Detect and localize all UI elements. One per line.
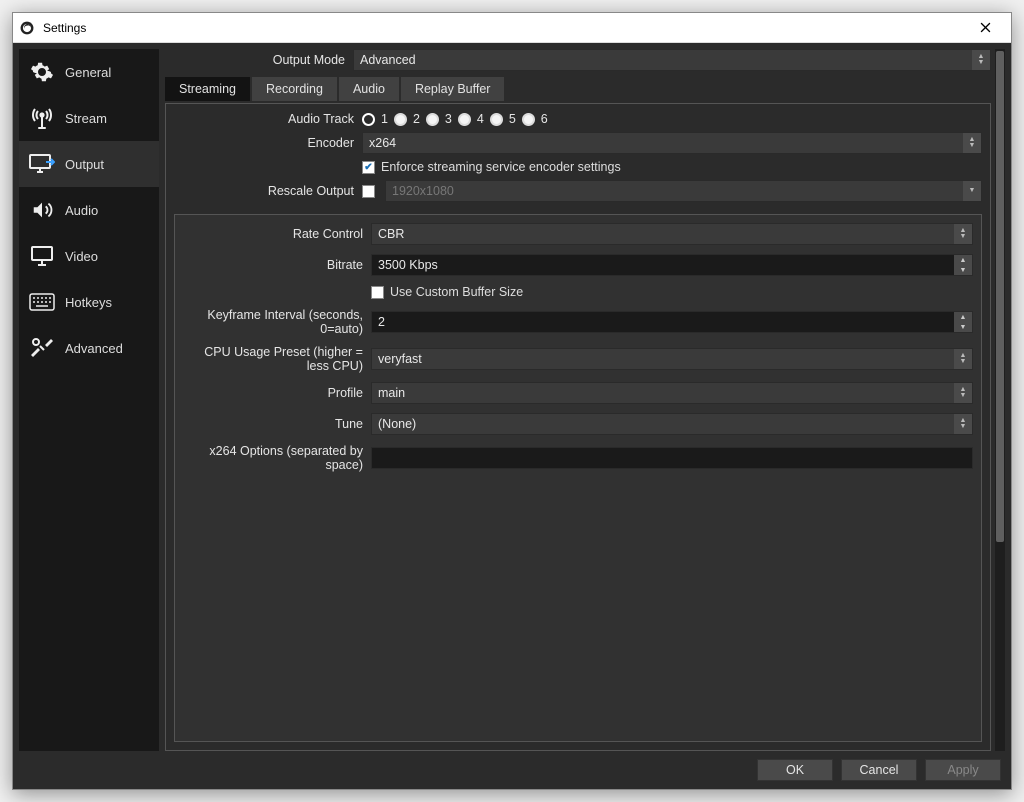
profile-select[interactable]: main ▲▼ <box>371 382 973 404</box>
custom-buffer-label: Use Custom Buffer Size <box>390 285 523 299</box>
antenna-icon <box>29 107 55 129</box>
sidebar-item-label: General <box>65 65 111 80</box>
keyframe-input[interactable]: 2 ▲▼ <box>371 311 973 333</box>
sidebar-item-video[interactable]: Video <box>19 233 159 279</box>
sidebar-item-stream[interactable]: Stream <box>19 95 159 141</box>
tune-label: Tune <box>183 417 371 431</box>
dialog-footer: OK Cancel Apply <box>13 751 1011 789</box>
audio-track-radio-1[interactable] <box>362 113 375 126</box>
sidebar-item-label: Hotkeys <box>65 295 112 310</box>
chevron-updown-icon: ▲▼ <box>954 349 972 369</box>
rescale-label: Rescale Output <box>174 184 362 198</box>
rate-control-value: CBR <box>378 227 404 241</box>
rate-control-select[interactable]: CBR ▲▼ <box>371 223 973 245</box>
rescale-value: 1920x1080 <box>392 184 454 198</box>
chevron-down-icon[interactable]: ▼ <box>954 265 972 275</box>
cpu-preset-select[interactable]: veryfast ▲▼ <box>371 348 973 370</box>
tune-select[interactable]: (None) ▲▼ <box>371 413 973 435</box>
profile-value: main <box>378 386 405 400</box>
chevron-updown-icon: ▲▼ <box>954 414 972 434</box>
x264-opts-input[interactable] <box>371 447 973 469</box>
tab-audio[interactable]: Audio <box>339 77 399 101</box>
rate-control-label: Rate Control <box>183 227 371 241</box>
tab-streaming[interactable]: Streaming <box>165 77 250 101</box>
output-mode-label: Output Mode <box>165 53 353 67</box>
audio-track-radio-4[interactable] <box>458 113 471 126</box>
bitrate-input[interactable]: 3500 Kbps ▲▼ <box>371 254 973 276</box>
tab-recording[interactable]: Recording <box>252 77 337 101</box>
monitor-output-icon <box>29 153 55 175</box>
chevron-updown-icon: ▲▼ <box>963 133 981 153</box>
profile-label: Profile <box>183 386 371 400</box>
enforce-encoder-label: Enforce streaming service encoder settin… <box>381 160 621 174</box>
sidebar-item-label: Stream <box>65 111 107 126</box>
close-button[interactable] <box>965 14 1005 42</box>
tools-icon <box>29 337 55 359</box>
keyframe-value: 2 <box>378 315 385 329</box>
rescale-checkbox[interactable] <box>362 185 375 198</box>
audio-track-radio-6[interactable] <box>522 113 535 126</box>
audio-track-radio-5[interactable] <box>490 113 503 126</box>
rescale-select[interactable]: 1920x1080 ▼ <box>385 180 982 202</box>
gear-icon <box>29 61 55 83</box>
settings-window: Settings General Stream <box>12 12 1012 790</box>
ok-button[interactable]: OK <box>757 759 833 781</box>
chevron-up-icon[interactable]: ▲ <box>954 312 972 322</box>
speaker-icon <box>29 199 55 221</box>
window-title: Settings <box>43 21 965 35</box>
monitor-icon <box>29 245 55 267</box>
chevron-updown-icon: ▲▼ <box>954 383 972 403</box>
output-tabs: Streaming Recording Audio Replay Buffer <box>165 77 991 101</box>
sidebar-item-label: Advanced <box>65 341 123 356</box>
chevron-updown-icon: ▲▼ <box>972 50 990 70</box>
titlebar: Settings <box>13 13 1011 43</box>
scrollbar-thumb[interactable] <box>996 51 1004 542</box>
vertical-scrollbar[interactable] <box>995 49 1005 751</box>
main-panel: Output Mode Advanced ▲▼ Streaming Record… <box>165 49 1005 751</box>
output-mode-select[interactable]: Advanced ▲▼ <box>353 49 991 71</box>
sidebar-item-label: Video <box>65 249 98 264</box>
encoder-value: x264 <box>369 136 396 150</box>
encoder-settings-group: Rate Control CBR ▲▼ Bitrate <box>174 214 982 742</box>
bitrate-label: Bitrate <box>183 258 371 272</box>
enforce-encoder-checkbox[interactable] <box>362 161 375 174</box>
obs-icon <box>19 20 35 36</box>
sidebar-item-label: Audio <box>65 203 98 218</box>
output-mode-value: Advanced <box>360 53 416 67</box>
audio-track-radio-2[interactable] <box>394 113 407 126</box>
custom-buffer-checkbox[interactable] <box>371 286 384 299</box>
bitrate-value: 3500 Kbps <box>378 258 438 272</box>
cpu-preset-label: CPU Usage Preset (higher = less CPU) <box>183 345 371 373</box>
sidebar: General Stream Output <box>19 49 159 751</box>
sidebar-item-advanced[interactable]: Advanced <box>19 325 159 371</box>
chevron-updown-icon: ▲▼ <box>954 224 972 244</box>
chevron-down-icon: ▼ <box>963 181 981 201</box>
sidebar-item-hotkeys[interactable]: Hotkeys <box>19 279 159 325</box>
audio-track-label: Audio Track <box>174 112 362 126</box>
sidebar-item-audio[interactable]: Audio <box>19 187 159 233</box>
audio-track-radio-3[interactable] <box>426 113 439 126</box>
cpu-preset-value: veryfast <box>378 352 422 366</box>
chevron-down-icon[interactable]: ▼ <box>954 322 972 332</box>
cancel-button[interactable]: Cancel <box>841 759 917 781</box>
streaming-tab-body: Audio Track 1 2 3 4 5 6 <box>165 103 991 751</box>
x264-opts-label: x264 Options (separated by space) <box>183 444 371 472</box>
sidebar-item-general[interactable]: General <box>19 49 159 95</box>
keyframe-label: Keyframe Interval (seconds, 0=auto) <box>183 308 371 336</box>
sidebar-item-label: Output <box>65 157 104 172</box>
sidebar-item-output[interactable]: Output <box>19 141 159 187</box>
encoder-select[interactable]: x264 ▲▼ <box>362 132 982 154</box>
tune-value: (None) <box>378 417 416 431</box>
chevron-up-icon[interactable]: ▲ <box>954 255 972 265</box>
tab-replay-buffer[interactable]: Replay Buffer <box>401 77 505 101</box>
keyboard-icon <box>29 291 55 313</box>
client-area: General Stream Output <box>13 43 1011 789</box>
apply-button[interactable]: Apply <box>925 759 1001 781</box>
encoder-label: Encoder <box>174 136 362 150</box>
